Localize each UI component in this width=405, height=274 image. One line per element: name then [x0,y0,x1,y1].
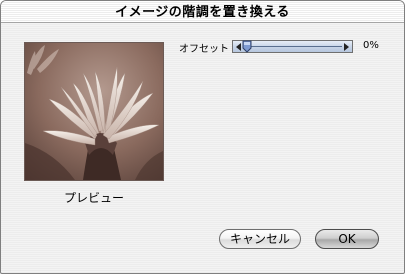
dialog-title: イメージの階調を置き換える [115,5,290,20]
triangle-right-icon[interactable] [344,43,349,51]
offset-label: オフセット [179,44,229,55]
triangle-left-icon[interactable] [236,43,241,51]
preview-image [24,42,164,181]
cancel-button[interactable]: キャンセル [219,229,301,249]
offset-slider[interactable] [232,40,353,53]
ok-button[interactable]: OK [315,229,379,249]
offset-value: 0% [363,40,379,51]
preview-label: プレビュー [63,191,124,205]
title-bar[interactable]: イメージの階調を置き換える [1,1,404,23]
slider-thumb-icon[interactable] [242,40,252,53]
slider-track [245,46,342,47]
replace-tone-dialog: イメージの階調を置き換える プレビュー オフセット 0% キャンセル OK [0,0,405,274]
